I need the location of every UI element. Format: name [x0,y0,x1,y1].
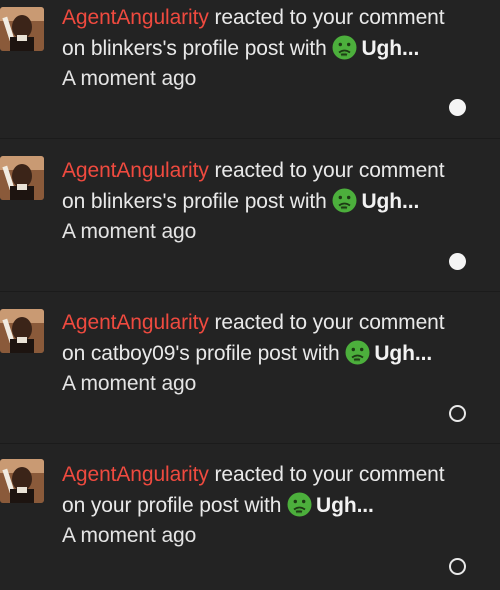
notification-username[interactable]: AgentAngularity [62,159,209,182]
notification-username[interactable]: AgentAngularity [62,311,209,334]
notification-item[interactable]: AgentAngularity reacted to your comment … [0,139,500,292]
timestamp: A moment ago [62,220,197,243]
timestamp: A moment ago [62,67,197,90]
reaction-label: Ugh... [316,493,374,517]
read-indicator-icon[interactable] [449,405,466,422]
avatar[interactable] [0,309,44,353]
sick-face-icon [332,35,357,60]
notification-username[interactable]: AgentAngularity [62,463,209,486]
avatar[interactable] [0,7,44,51]
reaction: Ugh... [287,492,374,517]
reaction: Ugh... [345,340,433,365]
reaction-label: Ugh... [374,341,433,365]
timestamp: A moment ago [62,524,197,547]
reaction: Ugh... [332,188,420,213]
sick-face-icon [332,188,357,213]
timestamp: A moment ago [62,372,197,395]
avatar[interactable] [0,459,44,503]
sick-face-icon [345,340,370,365]
avatar[interactable] [0,156,44,200]
sick-face-icon [287,492,312,517]
unread-indicator-icon[interactable] [449,99,466,116]
reaction-label: Ugh... [361,189,420,213]
notification-username[interactable]: AgentAngularity [62,6,209,29]
reaction-label: Ugh... [361,36,420,60]
read-indicator-icon[interactable] [449,558,466,575]
notification-item[interactable]: AgentAngularity reacted to your comment … [0,292,500,444]
notification-list: AgentAngularity reacted to your comment … [0,0,500,590]
unread-indicator-icon[interactable] [449,253,466,270]
reaction: Ugh... [332,35,420,60]
notification-item[interactable]: AgentAngularity reacted to your comment … [0,444,500,590]
notification-item[interactable]: AgentAngularity reacted to your comment … [0,0,500,139]
